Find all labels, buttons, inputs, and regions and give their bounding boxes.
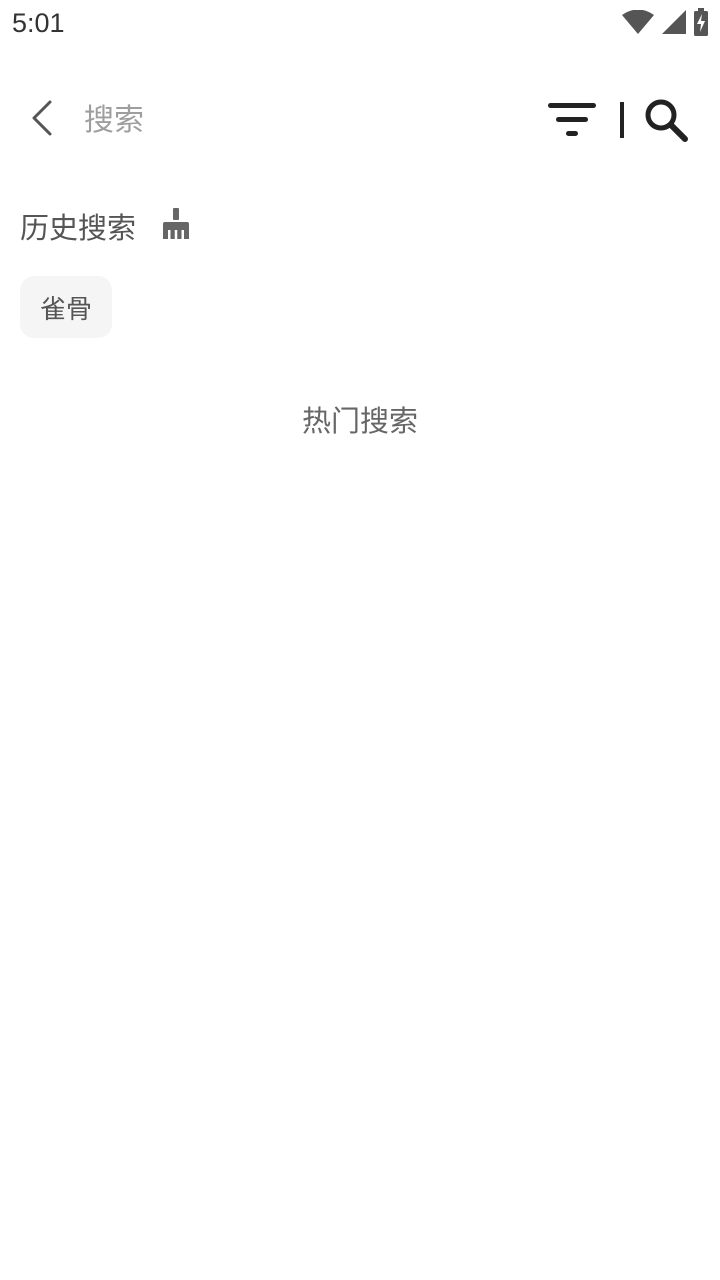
toolbar-divider <box>620 102 624 138</box>
cellular-signal-icon <box>662 10 686 38</box>
status-bar: 5:01 <box>0 0 720 50</box>
history-tag-list: 雀骨 <box>20 276 113 338</box>
filter-button[interactable] <box>546 100 598 140</box>
clear-history-button[interactable] <box>160 208 192 244</box>
history-title: 历史搜索 <box>20 211 137 245</box>
search-button[interactable] <box>642 96 690 144</box>
status-icons <box>622 8 708 40</box>
broom-icon <box>162 208 190 244</box>
history-tag[interactable]: 雀骨 <box>20 276 113 338</box>
chevron-left-icon <box>31 100 53 140</box>
back-button[interactable] <box>20 98 64 142</box>
battery-charging-icon <box>694 8 708 40</box>
wifi-icon <box>622 9 654 38</box>
magnifier-icon <box>642 99 690 148</box>
status-time: 5:01 <box>12 8 65 38</box>
search-toolbar <box>0 80 720 160</box>
filter-icon <box>546 103 598 144</box>
search-input[interactable] <box>84 98 504 142</box>
history-header: 历史搜索 <box>20 204 192 248</box>
hot-search-title: 热门搜索 <box>301 404 418 438</box>
